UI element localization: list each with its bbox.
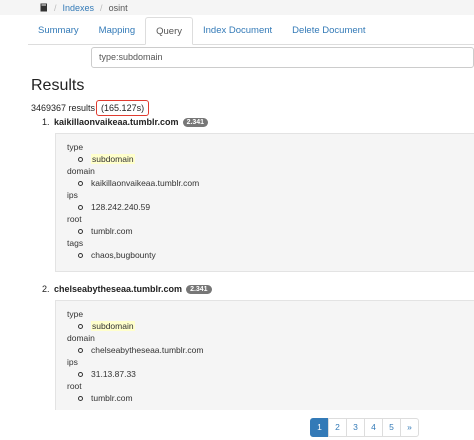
bullet-icon	[78, 252, 83, 258]
domain-text: chelseabytheseaa.tumblr.com	[91, 345, 204, 355]
tab-index-document[interactable]: Index Document	[193, 17, 282, 44]
page-1-button[interactable]: 1	[310, 418, 329, 437]
ips-text: 31.13.87.33	[91, 369, 136, 379]
result-number: 1.	[42, 117, 50, 127]
field-label-type: type	[67, 309, 84, 319]
breadcrumb: / Indexes / osint	[0, 0, 474, 15]
query-input[interactable]: type:subdomain	[91, 47, 474, 68]
results-count: 3469367 results	[31, 103, 96, 113]
pagination: 1 2 3 4 5 »	[310, 418, 419, 437]
field-label-ips: ips	[67, 190, 78, 200]
bullet-icon	[78, 323, 83, 329]
book-icon[interactable]	[40, 3, 48, 12]
breadcrumb-current: osint	[108, 2, 128, 13]
tab-mapping[interactable]: Mapping	[89, 17, 145, 44]
ips-text: 128.242.240.59	[91, 202, 151, 212]
results-summary: 3469367 results (165.127s)	[31, 100, 150, 116]
page-4-button[interactable]: 4	[364, 418, 383, 437]
next-page-button[interactable]: »	[400, 418, 419, 437]
field-value-type: subdomain	[78, 154, 135, 164]
tab-query[interactable]: Query	[145, 17, 193, 45]
tags-text: chaos,bugbounty	[91, 250, 156, 260]
field-value-root: tumblr.com	[78, 226, 133, 236]
match-highlight: subdomain	[91, 321, 135, 331]
page-3-button[interactable]: 3	[346, 418, 365, 437]
field-label-tags: tags	[67, 238, 84, 248]
breadcrumb-indexes-link[interactable]: Indexes	[63, 3, 95, 13]
result-number: 2.	[42, 284, 50, 294]
bullet-icon	[78, 156, 83, 162]
field-value-type: subdomain	[78, 321, 135, 331]
bullet-icon	[78, 347, 83, 353]
field-label-domain: domain	[67, 166, 95, 176]
field-value-ips: 31.13.87.33	[78, 369, 136, 379]
result-heading: 2. chelseabytheseaa.tumblr.com 2.341	[42, 284, 212, 294]
domain-text: kaikillaonvaikeaa.tumblr.com	[91, 178, 200, 188]
match-highlight: subdomain	[91, 154, 135, 164]
breadcrumb-separator: /	[100, 2, 103, 13]
result-record: type subdomain domain chelseabytheseaa.t…	[55, 300, 474, 410]
root-text: tumblr.com	[91, 393, 133, 403]
field-value-ips: 128.242.240.59	[78, 202, 150, 212]
bullet-icon	[78, 371, 83, 377]
result-host: chelseabytheseaa.tumblr.com	[54, 284, 183, 294]
field-value-domain: kaikillaonvaikeaa.tumblr.com	[78, 178, 199, 188]
field-value-domain: chelseabytheseaa.tumblr.com	[78, 345, 203, 355]
field-label-domain: domain	[67, 333, 95, 343]
root-text: tumblr.com	[91, 226, 133, 236]
bullet-icon	[78, 228, 83, 234]
bullet-icon	[78, 395, 83, 401]
index-tabs: Summary Mapping Query Index Document Del…	[28, 16, 474, 45]
bullet-icon	[78, 180, 83, 186]
field-label-type: type	[67, 142, 84, 152]
tab-summary[interactable]: Summary	[28, 17, 89, 44]
field-label-root: root	[67, 381, 82, 391]
result-heading: 1. kaikillaonvaikeaa.tumblr.com 2.341	[42, 117, 209, 127]
result-record: type subdomain domain kaikillaonvaikeaa.…	[55, 133, 474, 272]
page-5-button[interactable]: 5	[382, 418, 401, 437]
field-value-tags: chaos,bugbounty	[78, 250, 156, 260]
bullet-icon	[78, 204, 83, 210]
field-label-root: root	[67, 214, 82, 224]
results-title: Results	[31, 77, 85, 94]
score-badge: 2.341	[186, 284, 212, 294]
field-value-root: tumblr.com	[78, 393, 133, 403]
score-badge: 2.341	[182, 117, 209, 127]
query-time: (165.127s)	[96, 100, 150, 116]
field-label-ips: ips	[67, 357, 78, 367]
breadcrumb-separator: /	[54, 2, 57, 13]
page-2-button[interactable]: 2	[328, 418, 347, 437]
tab-delete-document[interactable]: Delete Document	[282, 17, 375, 44]
result-host: kaikillaonvaikeaa.tumblr.com	[54, 117, 179, 127]
